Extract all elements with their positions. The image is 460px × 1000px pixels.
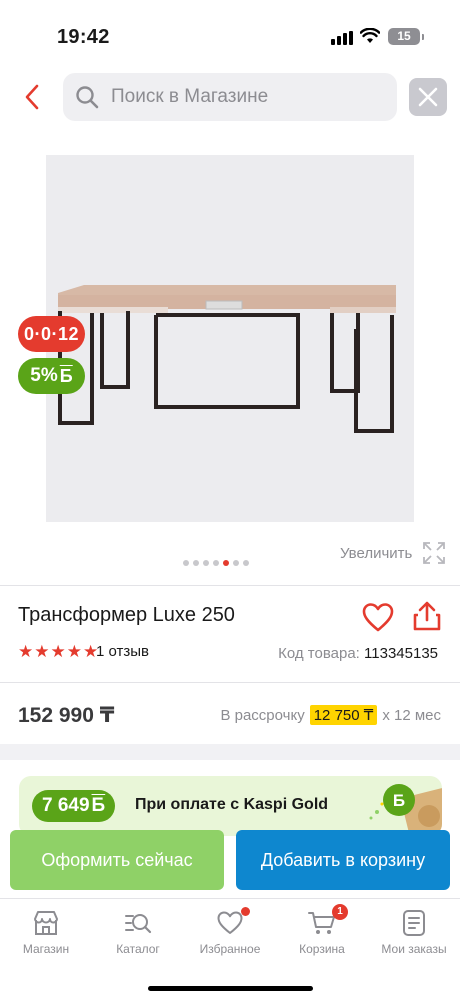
buy-now-label: Оформить сейчас xyxy=(41,849,193,870)
signal-icon xyxy=(331,31,353,45)
installment-amount: 12 750 ₸ xyxy=(309,705,378,725)
clear-search-button[interactable] xyxy=(409,78,447,116)
installment-badge: 0·0·12 xyxy=(18,316,85,352)
installment-info[interactable]: В рассрочку 12 750 ₸ х 12 мес xyxy=(220,705,441,725)
expand-icon xyxy=(423,542,446,564)
rating-stars: ★ ★ ★ ★ ★ xyxy=(18,643,98,660)
star-icon: ★ xyxy=(66,642,82,661)
status-time: 19:42 xyxy=(57,26,110,48)
heart-icon xyxy=(217,911,243,934)
promo-amount-value: 7 649 xyxy=(42,795,90,816)
divider xyxy=(0,682,460,683)
nav-item-store[interactable]: Магазин xyxy=(0,909,92,956)
cart-count-badge: 1 xyxy=(332,904,348,920)
close-icon xyxy=(418,87,438,107)
product-price: 152 990 ₸ xyxy=(18,704,115,727)
pagination-dot[interactable] xyxy=(183,560,189,566)
nav-item-favorites[interactable]: Избранное xyxy=(184,907,276,956)
cart-icon-wrap: 1 xyxy=(308,904,348,937)
nav-label: Мои заказы xyxy=(381,942,447,956)
search-bar[interactable] xyxy=(63,73,397,121)
svg-text:Б: Б xyxy=(393,791,405,810)
back-button[interactable] xyxy=(18,82,48,112)
kaspi-gold-card-icon: Б xyxy=(369,784,442,836)
bonus-badge: 5% Б xyxy=(18,358,85,394)
heart-icon-wrap xyxy=(216,907,250,937)
image-pagination[interactable] xyxy=(183,560,249,566)
pagination-dot[interactable] xyxy=(193,560,199,566)
pagination-dot-active[interactable] xyxy=(223,560,229,566)
promo-bonus-symbol: Б xyxy=(91,795,106,816)
nav-item-orders[interactable]: Мои заказы xyxy=(368,909,460,956)
pagination-dot[interactable] xyxy=(233,560,239,566)
kaspi-gold-promo[interactable]: 7 649 Б При оплате с Kaspi Gold Б xyxy=(19,776,442,836)
add-to-cart-label: Добавить в корзину xyxy=(260,849,426,870)
sku: Код товара: 113345135 xyxy=(278,645,438,662)
store-icon xyxy=(34,911,58,935)
wifi-icon xyxy=(360,28,380,43)
catalog-search-icon xyxy=(125,914,152,934)
pagination-dot[interactable] xyxy=(243,560,249,566)
battery-level: 15 xyxy=(397,29,411,43)
nav-label: Корзина xyxy=(299,942,345,956)
section-separator xyxy=(0,744,460,760)
star-icon: ★ xyxy=(34,642,50,661)
reviews-link[interactable]: 1 отзыв xyxy=(96,643,149,660)
product-photo xyxy=(58,285,396,433)
installment-badge-label: 0·0·12 xyxy=(23,323,80,344)
zoom-label: Увеличить xyxy=(340,544,413,562)
sku-label: Код товара: xyxy=(278,645,360,662)
status-bar: 19:42 15 xyxy=(0,0,460,62)
installment-prefix: В рассрочку xyxy=(220,706,305,724)
star-icon: ★ xyxy=(50,642,66,661)
promo-text: При оплате с Kaspi Gold xyxy=(135,796,329,813)
bonus-symbol: Б xyxy=(59,365,73,386)
installment-suffix: х 12 мес xyxy=(382,706,441,724)
nav-label: Избранное xyxy=(199,942,261,956)
product-image[interactable] xyxy=(46,155,414,522)
pagination-dot[interactable] xyxy=(213,560,219,566)
divider xyxy=(0,585,460,586)
notification-dot xyxy=(241,907,250,916)
share-button[interactable] xyxy=(412,600,442,632)
pagination-dot[interactable] xyxy=(203,560,209,566)
orders-icon xyxy=(403,910,425,936)
bottom-nav: Магазин Каталог Избранное 1 Корзина Мои … xyxy=(0,898,460,1000)
promo-bonus-amount: 7 649 Б xyxy=(32,790,116,822)
product-title: Трансформер Luxe 250 xyxy=(18,604,235,626)
home-indicator xyxy=(148,986,313,991)
sku-value: 113345135 xyxy=(364,645,438,662)
star-icon: ★ xyxy=(18,642,34,661)
favorite-button[interactable] xyxy=(361,601,395,633)
nav-label: Магазин xyxy=(22,942,70,956)
zoom-button[interactable]: Увеличить xyxy=(340,541,446,565)
nav-item-catalog[interactable]: Каталог xyxy=(92,909,184,956)
share-icon xyxy=(413,601,441,631)
add-to-cart-button[interactable]: Добавить в корзину xyxy=(236,830,450,890)
buy-now-button[interactable]: Оформить сейчас xyxy=(10,830,224,890)
chevron-left-icon xyxy=(25,84,39,110)
search-input[interactable] xyxy=(111,73,391,121)
bonus-badge-value: 5% xyxy=(30,365,58,386)
search-icon xyxy=(76,86,99,109)
nav-item-cart[interactable]: 1 Корзина xyxy=(276,904,368,956)
heart-icon xyxy=(362,603,394,632)
battery-icon: 15 xyxy=(388,28,424,45)
nav-label: Каталог xyxy=(116,942,160,956)
